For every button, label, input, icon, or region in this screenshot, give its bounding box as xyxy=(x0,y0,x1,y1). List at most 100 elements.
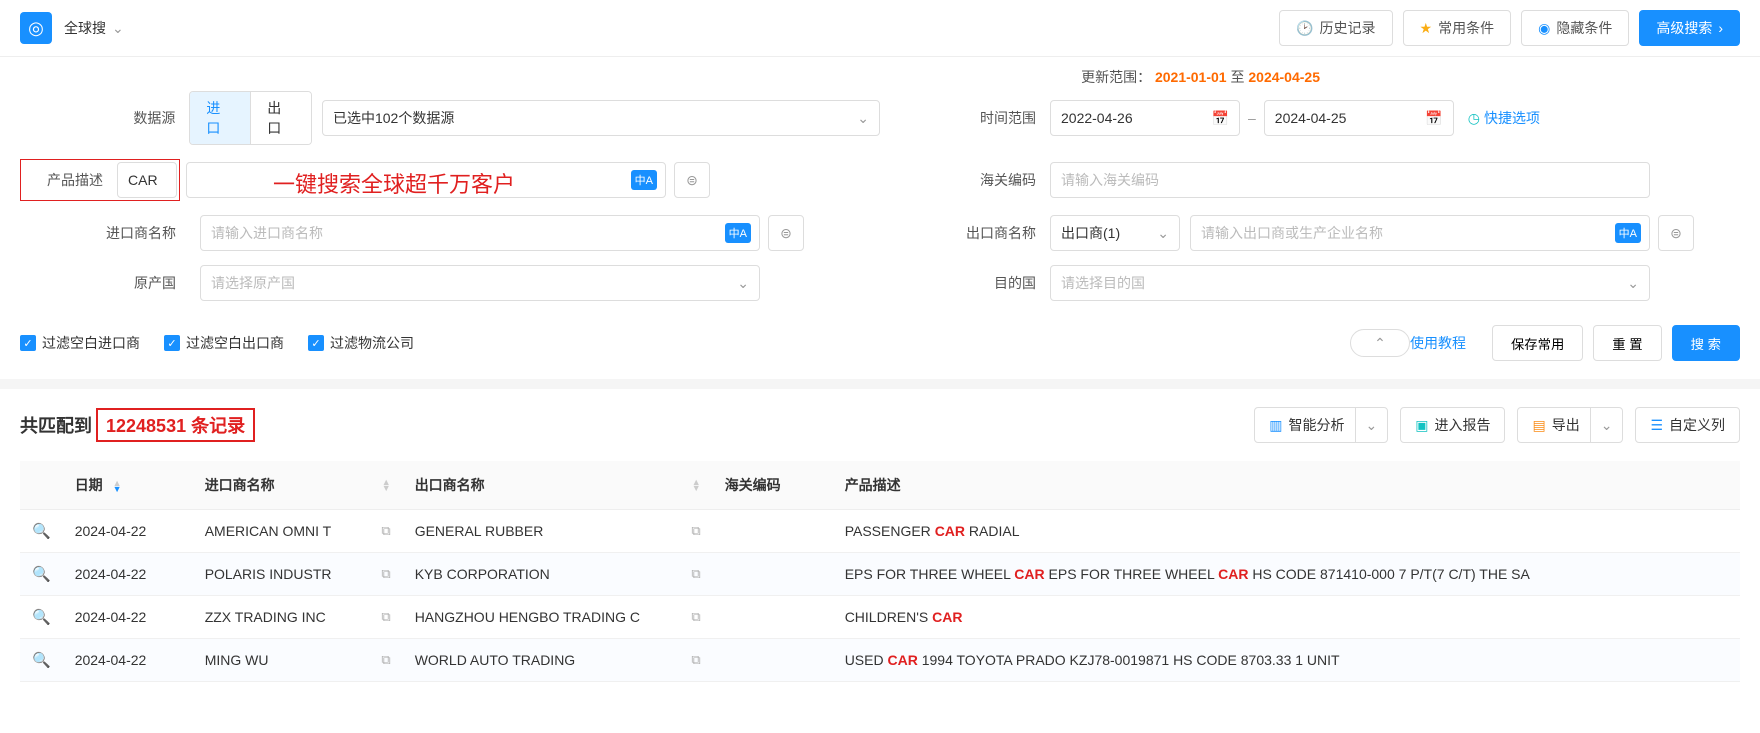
exporter-field[interactable] xyxy=(1201,216,1639,250)
cell-desc: CHILDREN'S CAR xyxy=(833,596,1740,639)
reset-button[interactable]: 重 置 xyxy=(1593,325,1661,361)
filter-blank-exporter-checkbox[interactable]: ✓ 过滤空白出口商 xyxy=(164,333,284,353)
table-row: 🔍2024-04-22POLARIS INDUSTR⧉KYB CORPORATI… xyxy=(20,553,1740,596)
copy-icon[interactable]: ⧉ xyxy=(381,523,390,539)
col-hs: 海关编码 xyxy=(713,461,833,510)
scope-selector[interactable]: 全球搜 ⌄ xyxy=(64,18,124,38)
detail-search-icon[interactable]: 🔍 xyxy=(32,609,51,626)
hidden-conditions-button[interactable]: ◉ 隐藏条件 xyxy=(1521,10,1629,46)
detail-search-icon[interactable]: 🔍 xyxy=(32,566,51,583)
data-source-label: 数据源 xyxy=(20,108,189,128)
cell-exporter: GENERAL RUBBER⧉ xyxy=(403,510,713,553)
importer-label: 进口商名称 xyxy=(20,223,190,243)
copy-icon[interactable]: ⧉ xyxy=(691,652,700,668)
table-row: 🔍2024-04-22ZZX TRADING INC⧉HANGZHOU HENG… xyxy=(20,596,1740,639)
translate-icon[interactable]: 中A xyxy=(1615,223,1641,243)
custom-columns-button[interactable]: ☰ 自定义列 xyxy=(1635,407,1740,443)
dropdown-icon[interactable]: ⌄ xyxy=(1590,407,1623,443)
history-button[interactable]: 🕑 历史记录 xyxy=(1279,10,1392,46)
search-icon: ⊜ xyxy=(1670,225,1682,242)
report-icon: ▣ xyxy=(1415,417,1428,434)
filter-actions: ✓ 过滤空白进口商 ✓ 过滤空白出口商 ✓ 过滤物流公司 ⌃ 使用教程 保存常用… xyxy=(0,315,1760,389)
cell-importer: ZZX TRADING INC⧉ xyxy=(193,596,403,639)
translate-icon[interactable]: 中A xyxy=(631,170,657,190)
export-button[interactable]: ▤ 导出 ⌄ xyxy=(1517,407,1623,443)
filter-panel: 更新范围： 2021-01-01 至 2024-04-25 数据源 进口 出口 … xyxy=(0,57,1760,301)
results-table: 日期 ▲▼ 进口商名称 ▲▼ 出口商名称 ▲▼ 海关编码 产品描述 🔍2024-… xyxy=(20,461,1740,682)
cell-desc: EPS FOR THREE WHEEL CAR EPS FOR THREE WH… xyxy=(833,553,1740,596)
dest-label: 目的国 xyxy=(880,273,1050,293)
copy-icon[interactable]: ⧉ xyxy=(691,566,700,582)
extended-search-button[interactable]: ⊜ xyxy=(768,215,804,251)
enter-report-button[interactable]: ▣ 进入报告 xyxy=(1400,407,1505,443)
copy-icon[interactable]: ⧉ xyxy=(691,609,700,625)
cell-desc: USED CAR 1994 TOYOTA PRADO KZJ78-0019871… xyxy=(833,639,1740,682)
quick-options-link[interactable]: ◷ 快捷选项 xyxy=(1468,108,1540,128)
date-from-input[interactable]: 2022-04-26 📅 xyxy=(1050,100,1240,136)
import-export-segment: 进口 出口 xyxy=(189,91,312,145)
save-frequent-button[interactable]: 保存常用 xyxy=(1492,325,1583,361)
dest-select[interactable]: 请选择目的国 ⌄ xyxy=(1050,265,1650,301)
col-exporter[interactable]: 出口商名称 ▲▼ xyxy=(403,461,713,510)
advanced-search-button[interactable]: 高级搜索 › xyxy=(1639,10,1740,46)
col-detail xyxy=(20,461,63,510)
filter-blank-importer-checkbox[interactable]: ✓ 过滤空白进口商 xyxy=(20,333,140,353)
cell-importer: AMERICAN OMNI T⧉ xyxy=(193,510,403,553)
cell-hs xyxy=(713,510,833,553)
copy-icon[interactable]: ⧉ xyxy=(381,652,390,668)
origin-select[interactable]: 请选择原产国 ⌄ xyxy=(200,265,760,301)
translate-icon[interactable]: 中A xyxy=(725,223,751,243)
columns-icon: ☰ xyxy=(1650,417,1663,434)
checkbox-checked-icon: ✓ xyxy=(308,335,324,351)
hs-code-input[interactable] xyxy=(1050,162,1650,198)
hs-code-field[interactable] xyxy=(1061,163,1639,197)
sort-icon[interactable]: ▲▼ xyxy=(382,479,391,491)
frequent-button[interactable]: ★ 常用条件 xyxy=(1403,10,1512,46)
product-desc-field[interactable] xyxy=(197,163,655,197)
app-logo: ◎ xyxy=(20,12,52,44)
cell-exporter: WORLD AUTO TRADING⧉ xyxy=(403,639,713,682)
cell-date: 2024-04-22 xyxy=(63,510,193,553)
segment-import[interactable]: 进口 xyxy=(190,92,251,144)
checkbox-checked-icon: ✓ xyxy=(164,335,180,351)
importer-field[interactable] xyxy=(211,216,749,250)
filter-logistics-checkbox[interactable]: ✓ 过滤物流公司 xyxy=(308,333,414,353)
sort-icon[interactable]: ▲▼ xyxy=(692,479,701,491)
update-range: 更新范围： 2021-01-01 至 2024-04-25 xyxy=(20,67,1740,87)
checkbox-checked-icon: ✓ xyxy=(20,335,36,351)
copy-icon[interactable]: ⧉ xyxy=(691,523,700,539)
collapse-filters-button[interactable]: ⌃ xyxy=(1350,329,1410,357)
importer-input[interactable]: 中A xyxy=(200,215,760,251)
eye-off-icon: ◉ xyxy=(1538,20,1550,37)
extended-search-button[interactable]: ⊜ xyxy=(1658,215,1694,251)
data-source-select[interactable]: 已选中102个数据源 ⌄ xyxy=(322,100,880,136)
tutorial-link[interactable]: 使用教程 xyxy=(1410,333,1466,353)
segment-export[interactable]: 出口 xyxy=(251,92,311,144)
copy-icon[interactable]: ⧉ xyxy=(381,566,390,582)
cell-date: 2024-04-22 xyxy=(63,553,193,596)
sort-icon[interactable]: ▲▼ xyxy=(113,480,122,492)
copy-icon[interactable]: ⧉ xyxy=(381,609,390,625)
chevron-down-icon: ⌄ xyxy=(112,20,124,37)
smart-analysis-button[interactable]: ▥ 智能分析 ⌄ xyxy=(1254,407,1388,443)
exporter-type-select[interactable]: 出口商(1) ⌄ xyxy=(1050,215,1180,251)
cell-hs xyxy=(713,553,833,596)
product-desc-input[interactable]: 一键搜索全球超千万客户 中A xyxy=(186,162,666,198)
date-to-input[interactable]: 2024-04-25 📅 xyxy=(1264,100,1454,136)
star-icon: ★ xyxy=(1420,20,1433,37)
dropdown-icon[interactable]: ⌄ xyxy=(1355,407,1388,443)
cell-importer: POLARIS INDUSTR⧉ xyxy=(193,553,403,596)
extended-search-button[interactable]: ⊜ xyxy=(674,162,710,198)
search-button[interactable]: 搜 索 xyxy=(1672,325,1740,361)
search-icon: ⊜ xyxy=(686,172,698,189)
detail-search-icon[interactable]: 🔍 xyxy=(32,652,51,669)
exporter-input[interactable]: 中A xyxy=(1190,215,1650,251)
scope-label: 全球搜 xyxy=(64,18,106,38)
chevron-down-icon: ⌄ xyxy=(857,110,869,127)
history-icon: 🕑 xyxy=(1296,20,1313,37)
clock-icon: ◷ xyxy=(1468,110,1480,127)
detail-search-icon[interactable]: 🔍 xyxy=(32,523,51,540)
calendar-icon: 📅 xyxy=(1425,110,1442,127)
col-importer[interactable]: 进口商名称 ▲▼ xyxy=(193,461,403,510)
col-date[interactable]: 日期 ▲▼ xyxy=(63,461,193,510)
